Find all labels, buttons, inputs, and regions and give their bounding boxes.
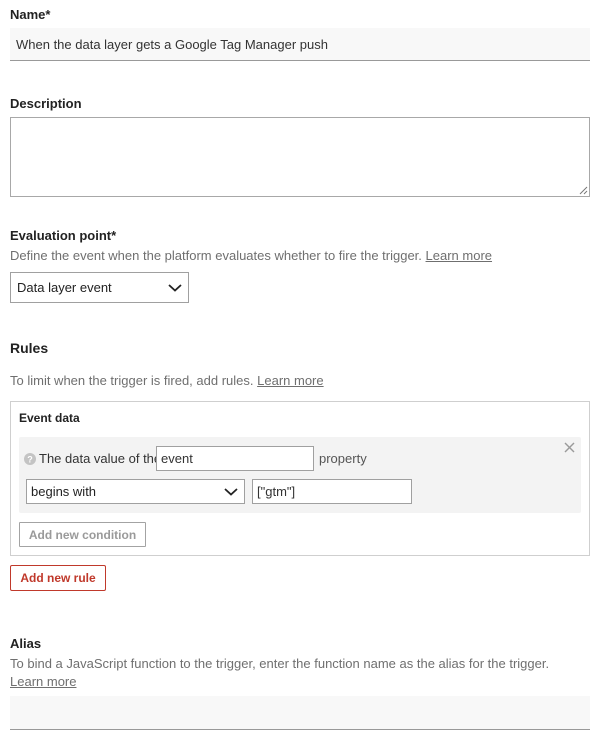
rule-card: Event data ? The data value of the event…	[10, 401, 590, 556]
rule-title: Event data	[19, 411, 80, 425]
condition-suffix: property	[319, 451, 367, 466]
evaluation-point-selected: Data layer event	[17, 280, 112, 295]
evaluation-point-label: Evaluation point*	[10, 228, 117, 243]
rules-help-text: To limit when the trigger is fired, add …	[10, 373, 254, 388]
rules-help: To limit when the trigger is fired, add …	[10, 373, 324, 388]
close-icon[interactable]	[564, 442, 575, 453]
condition-prefix: The data value of the	[39, 451, 162, 466]
name-input[interactable]: When the data layer gets a Google Tag Ma…	[10, 28, 590, 61]
alias-learn-more-link[interactable]: Learn more	[10, 674, 76, 689]
evaluation-point-learn-more-link[interactable]: Learn more	[426, 248, 492, 263]
description-textarea[interactable]	[10, 117, 590, 197]
operator-select[interactable]: begins with	[26, 479, 245, 504]
svg-text:?: ?	[27, 455, 33, 465]
alias-label: Alias	[10, 636, 42, 651]
chevron-down-icon	[224, 487, 238, 496]
alias-help-text: To bind a JavaScript function to the tri…	[10, 656, 550, 671]
description-label: Description	[10, 96, 82, 111]
add-new-rule-button[interactable]: Add new rule	[10, 565, 106, 591]
chevron-down-icon	[168, 283, 182, 292]
evaluation-point-help-text: Define the event when the platform evalu…	[10, 248, 422, 263]
resize-grip-icon[interactable]	[579, 186, 588, 195]
rules-learn-more-link[interactable]: Learn more	[257, 373, 323, 388]
evaluation-point-select[interactable]: Data layer event	[10, 272, 189, 303]
match-value-input[interactable]: ["gtm"]	[252, 479, 412, 504]
rules-heading: Rules	[10, 340, 49, 356]
alias-input[interactable]	[10, 696, 590, 730]
property-input[interactable]: event	[156, 446, 314, 471]
help-question-icon[interactable]: ?	[24, 453, 36, 465]
condition-panel: ? The data value of the event property b…	[19, 437, 581, 513]
add-new-condition-button[interactable]: Add new condition	[19, 522, 146, 547]
operator-selected: begins with	[31, 484, 97, 499]
name-label: Name*	[10, 7, 51, 22]
evaluation-point-help: Define the event when the platform evalu…	[10, 248, 492, 263]
